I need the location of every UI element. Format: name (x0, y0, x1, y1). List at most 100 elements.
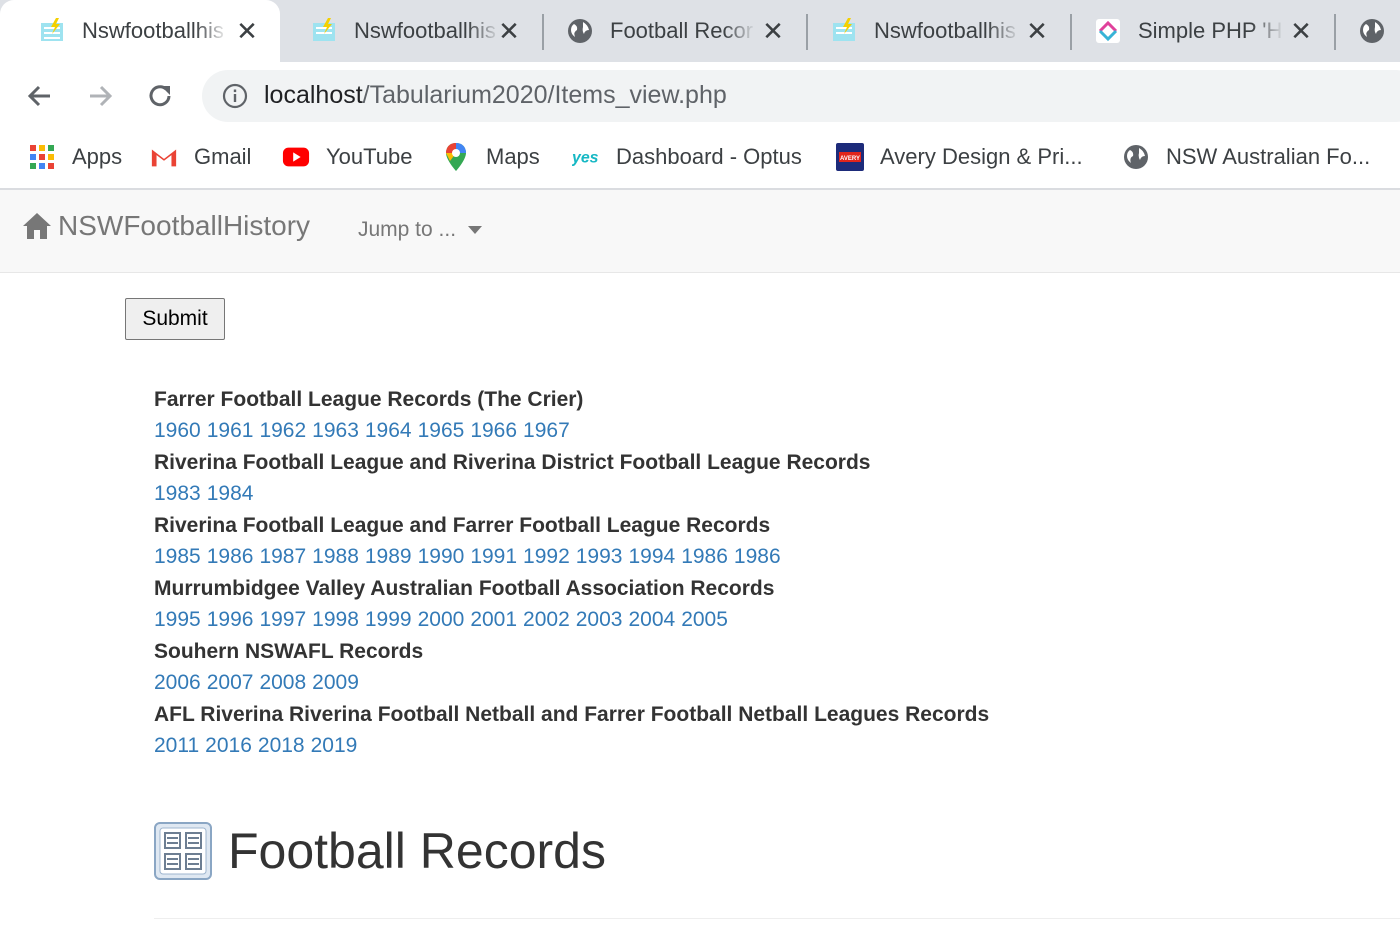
tab-4[interactable]: Nswfootballhis ✕ (792, 0, 1070, 62)
tab-title: Nswfootballhis (354, 18, 496, 43)
records-group-title: Riverina Football League and Farrer Foot… (154, 514, 771, 537)
lightning-page-icon (38, 17, 66, 45)
bookmark-label: Gmail (194, 144, 252, 169)
yes-optus-icon: yes (572, 143, 600, 171)
jump-to-dropdown[interactable]: Jump to ... (358, 218, 483, 242)
page-header: Football Records (154, 822, 606, 880)
year-link[interactable]: 1999 (365, 608, 412, 631)
address-bar[interactable]: localhost/Tabularium2020/Items_view.php (202, 70, 1400, 122)
url-text: localhost/Tabularium2020/Items_view.php (264, 81, 727, 110)
bookmark-label: Avery Design & Pri... (880, 144, 1083, 169)
year-link[interactable]: 1965 (418, 419, 465, 442)
year-link[interactable]: 2007 (207, 671, 254, 694)
year-link[interactable]: 1962 (259, 419, 306, 442)
year-link[interactable]: 1964 (365, 419, 412, 442)
year-link[interactable]: 2016 (205, 734, 252, 757)
records-years-row: 1983 1984 (154, 478, 1354, 510)
year-link[interactable]: 2005 (681, 608, 728, 631)
bookmark-apps[interactable]: Apps (28, 140, 122, 174)
year-link[interactable]: 2011 (154, 734, 199, 757)
year-link[interactable]: 1988 (312, 545, 359, 568)
year-link[interactable]: 2019 (311, 734, 358, 757)
browser-toolbar: localhost/Tabularium2020/Items_view.php (0, 62, 1400, 128)
year-link[interactable]: 1997 (259, 608, 306, 631)
forward-arrow-icon (90, 85, 113, 107)
globe-icon (1122, 143, 1150, 171)
bookmark-dashboard-optus[interactable]: yes Dashboard - Optus (572, 140, 802, 174)
tab-close-icon[interactable]: ✕ (1024, 18, 1050, 44)
year-link[interactable]: 1998 (312, 608, 359, 631)
year-link[interactable]: 2009 (312, 671, 359, 694)
tab-3[interactable]: Football Recor ✕ (528, 0, 806, 62)
back-button[interactable] (20, 76, 60, 116)
year-link[interactable]: 2006 (154, 671, 201, 694)
globe-icon (566, 17, 594, 45)
bookmark-label: Maps (486, 144, 540, 169)
tab-1[interactable]: Nswfootballhis ✕ (0, 0, 280, 62)
records-group-title: Riverina Football League and Riverina Di… (154, 451, 871, 474)
year-link[interactable]: 1963 (312, 419, 359, 442)
tab-6[interactable] (1320, 0, 1400, 62)
bookmark-gmail[interactable]: Gmail (150, 140, 251, 174)
php-icon (1094, 17, 1122, 45)
year-link[interactable]: 1987 (259, 545, 306, 568)
year-link[interactable]: 2000 (418, 608, 465, 631)
tab-close-icon[interactable]: ✕ (1288, 18, 1314, 44)
year-link[interactable]: 2008 (259, 671, 306, 694)
year-link[interactable]: 1993 (576, 545, 623, 568)
year-link[interactable]: 2018 (258, 734, 305, 757)
year-link[interactable]: 1991 (470, 545, 517, 568)
records-years-row: 1985 1986 1987 1988 1989 1990 1991 1992 1993 1994… (154, 541, 1354, 573)
year-link[interactable]: 1960 (154, 419, 201, 442)
svg-text:AVERY: AVERY (840, 156, 860, 162)
year-link[interactable]: 1966 (470, 419, 517, 442)
bookmarks-bar: Apps Gmail YouTube Maps yes Dashboard - … (0, 128, 1400, 190)
year-link[interactable]: 1986 (734, 545, 781, 568)
tab-title: Nswfootballhis (82, 18, 224, 43)
bookmark-nsw-australian-football[interactable]: NSW Australian Fo... (1122, 140, 1370, 174)
tab-2[interactable]: Nswfootballhis ✕ (272, 0, 542, 62)
year-link[interactable]: 2001 (470, 608, 517, 631)
year-link[interactable]: 1995 (154, 608, 201, 631)
bookmark-youtube[interactable]: YouTube (282, 140, 412, 174)
year-link[interactable]: 1985 (154, 545, 201, 568)
records-list: Farrer Football League Records (The Crie… (154, 384, 1354, 762)
year-link[interactable]: 1990 (418, 545, 465, 568)
year-link[interactable]: 1967 (523, 419, 570, 442)
tab-title: Football Recor (610, 18, 754, 43)
info-icon[interactable] (222, 83, 248, 109)
bookmark-label: Apps (72, 144, 123, 169)
brand-link[interactable]: NSWFootballHistory (22, 210, 310, 242)
year-link[interactable]: 1986 (207, 545, 254, 568)
bookmark-maps[interactable]: Maps (442, 140, 540, 174)
tab-title: Nswfootballhis (874, 18, 1016, 43)
reload-button[interactable] (140, 76, 180, 116)
gmail-icon (150, 143, 178, 171)
year-link[interactable]: 2003 (576, 608, 623, 631)
url-host: localhost (264, 81, 363, 109)
url-path: /Tabularium2020/Items_view.php (362, 81, 727, 109)
reload-icon (149, 85, 171, 107)
submit-button[interactable]: Submit (125, 298, 225, 340)
year-link[interactable]: 1983 (154, 482, 201, 505)
year-link[interactable]: 1989 (365, 545, 412, 568)
globe-icon (1358, 17, 1386, 45)
year-link[interactable]: 1996 (207, 608, 254, 631)
year-link[interactable]: 1961 (207, 419, 254, 442)
year-link[interactable]: 2004 (628, 608, 675, 631)
bookmark-avery[interactable]: AVERY Avery Design & Pri... (836, 140, 1083, 174)
year-link[interactable]: 1992 (523, 545, 570, 568)
tab-5[interactable]: Simple PHP 'H ✕ (1056, 0, 1334, 62)
site-navbar: NSWFootballHistory Jump to ... (0, 190, 1400, 273)
year-link[interactable]: 1986 (681, 545, 728, 568)
tab-close-icon[interactable]: ✕ (760, 18, 786, 44)
year-link[interactable]: 1984 (207, 482, 254, 505)
year-link[interactable]: 2002 (523, 608, 570, 631)
home-icon (23, 213, 51, 239)
year-link[interactable]: 1994 (628, 545, 675, 568)
tab-close-icon[interactable]: ✕ (234, 18, 260, 44)
records-group-title: Murrumbidgee Valley Australian Football … (154, 577, 775, 600)
forward-button[interactable] (80, 76, 120, 116)
avery-icon: AVERY (836, 143, 864, 171)
tab-close-icon[interactable]: ✕ (496, 18, 522, 44)
